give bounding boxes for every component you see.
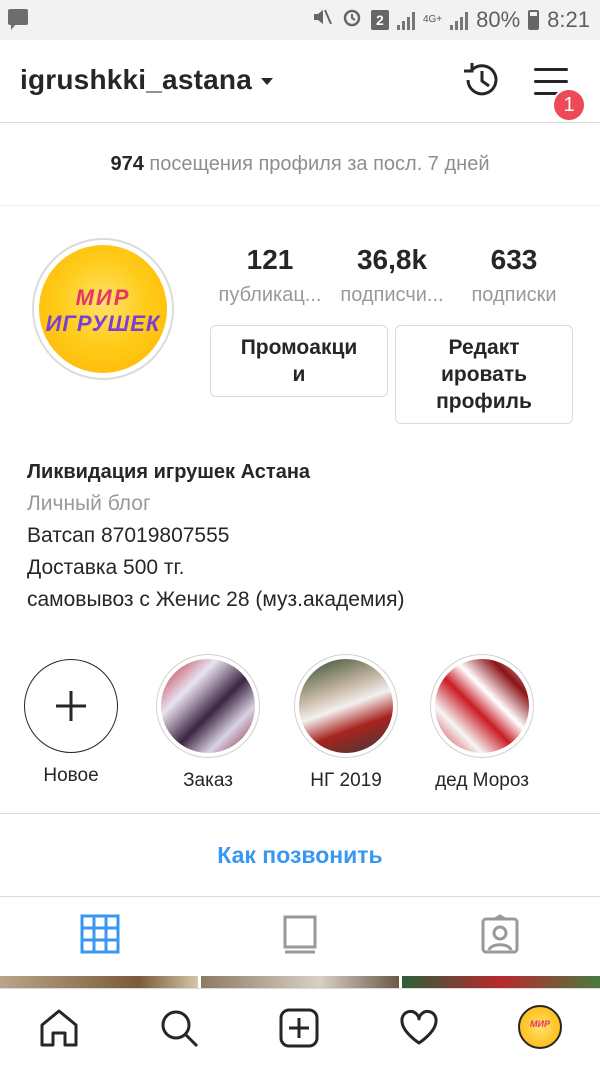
signal-icon [396, 10, 415, 30]
visits-text: посещения профиля за посл. 7 дней [149, 153, 490, 175]
battery-percent: 80% [476, 7, 521, 32]
highlight-photo [161, 659, 255, 753]
following-count: 633 [490, 244, 538, 275]
archive-history-icon[interactable] [460, 58, 504, 102]
battery-icon [528, 10, 540, 30]
highlight-label: Заказ [183, 770, 233, 791]
highlight-new[interactable]: Новое [19, 654, 123, 787]
promotions-button-line-2: и [292, 363, 306, 386]
highlight-order[interactable]: Заказ [156, 654, 260, 792]
visits-count: 974 [110, 153, 144, 175]
highlight-ny2019[interactable]: НГ 2019 [294, 654, 398, 792]
new-highlight-circle[interactable] [24, 659, 118, 753]
profile-avatar-logo: МИР [530, 1019, 550, 1029]
edit-profile-line-3: профиль [436, 390, 532, 413]
posts-stat[interactable]: 121 публикац... [208, 244, 332, 307]
bio-line: Ватсап 87019807555 [27, 524, 230, 547]
edit-profile-line-1: Редакт [448, 336, 520, 359]
edit-profile-line-2: ировать [440, 363, 528, 386]
following-label: подписки [471, 284, 557, 306]
bio-line: Доставка 500 тг. [27, 556, 185, 579]
message-notification-icon [8, 9, 28, 30]
mute-icon [311, 6, 333, 34]
promotions-button-line-1: Промоакци [240, 336, 358, 359]
clock: 8:21 [547, 7, 590, 32]
home-icon[interactable] [38, 1007, 80, 1049]
search-icon[interactable] [158, 1007, 200, 1049]
posts-count: 121 [246, 244, 294, 275]
bottom-navigation: МИР [0, 988, 600, 1067]
profile-bio: Ликвидация игрушек Астана Личный блог Ва… [27, 456, 587, 616]
profile-category: Личный блог [27, 492, 151, 515]
sim-slot-icon: 2 [370, 10, 389, 30]
chevron-down-icon[interactable] [261, 78, 273, 85]
highlight-cover[interactable] [430, 654, 534, 758]
signal-icon-2 [450, 10, 469, 30]
logo-line-2: ИГРУШЕК [45, 311, 161, 336]
following-stat[interactable]: 633 подписки [452, 244, 576, 307]
network-type: 4G+ [422, 14, 443, 25]
posts-label: публикац... [218, 284, 322, 306]
alarm-icon [341, 6, 363, 34]
profile-visits-banner[interactable]: 974 посещения профиля за посл. 7 дней [0, 123, 600, 206]
highlight-label: НГ 2019 [310, 770, 382, 791]
status-bar: 2 4G+ 80% 8:21 [0, 0, 600, 40]
promotions-button[interactable]: Промоакци и [210, 325, 388, 397]
profile-header: igrushkki_astana 1 [0, 40, 600, 123]
profile-tabs [0, 896, 600, 976]
highlight-label: Новое [43, 765, 99, 786]
avatar[interactable]: МИР ИГРУШЕК [32, 238, 174, 380]
tagged-icon[interactable] [480, 914, 520, 954]
profile-avatar-icon[interactable]: МИР [518, 1005, 562, 1049]
status-icons: 2 4G+ 80% 8:21 [311, 6, 590, 34]
notification-badge: 1 [552, 88, 586, 122]
followers-count: 36,8k [356, 244, 428, 275]
feed-view-icon[interactable] [280, 914, 320, 954]
profile-name: Ликвидация игрушек Астана [27, 461, 311, 483]
new-post-icon[interactable] [278, 1007, 320, 1049]
highlight-cover[interactable] [294, 654, 398, 758]
activity-heart-icon[interactable] [398, 1007, 440, 1049]
highlight-photo [299, 659, 393, 753]
plus-icon [56, 691, 86, 721]
highlight-label: дед Мороз [435, 770, 529, 791]
username[interactable]: igrushkki_astana [20, 64, 252, 96]
bio-line: самовывоз с Женис 28 (муз.академия) [27, 588, 405, 611]
logo-line-1: МИР [75, 285, 131, 310]
highlight-photo [435, 659, 529, 753]
followers-label: подписчи... [340, 284, 444, 306]
edit-profile-button[interactable]: Редакт ировать профиль [395, 325, 573, 424]
highlight-santa[interactable]: дед Мороз [430, 654, 534, 792]
avatar-logo: МИР ИГРУШЕК [39, 245, 167, 373]
grid-view-icon[interactable] [80, 914, 120, 954]
call-button[interactable]: Как позвонить [0, 813, 600, 897]
highlight-cover[interactable] [156, 654, 260, 758]
followers-stat[interactable]: 36,8k подписчи... [330, 244, 454, 307]
